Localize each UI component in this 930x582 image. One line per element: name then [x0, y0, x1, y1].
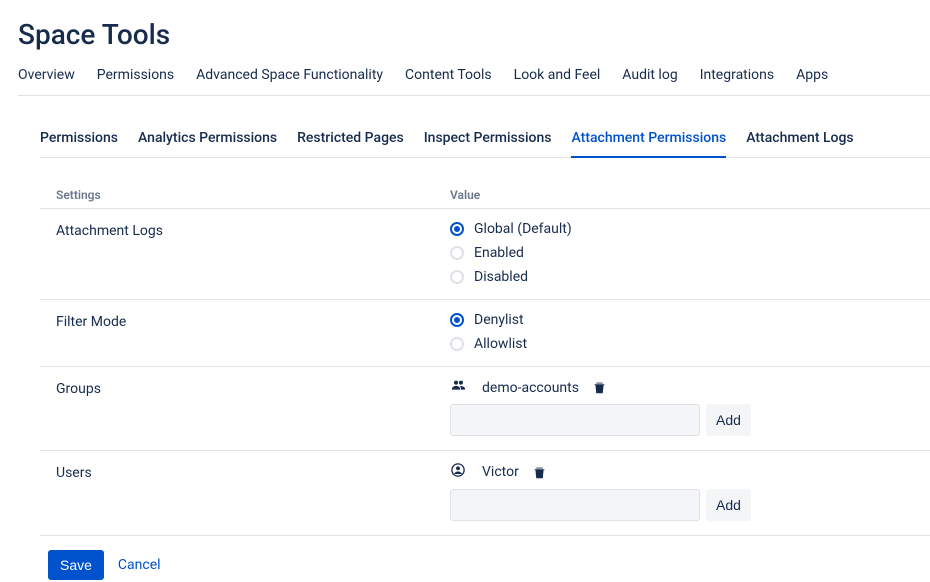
radio-label: Denylist	[474, 312, 524, 328]
tab-attachment-logs[interactable]: Attachment Logs	[746, 124, 853, 157]
tab-attachment-permissions[interactable]: Attachment Permissions	[571, 124, 726, 158]
nav-look-and-feel[interactable]: Look and Feel	[514, 67, 601, 95]
group-input[interactable]	[450, 404, 700, 436]
row-groups: Groups demo-accounts Add	[40, 367, 930, 451]
radio-global-default[interactable]: Global (Default)	[450, 221, 930, 237]
row-attachment-logs: Attachment Logs Global (Default) Enabled	[40, 209, 930, 300]
tab-analytics-permissions[interactable]: Analytics Permissions	[138, 124, 277, 157]
top-nav: Overview Permissions Advanced Space Func…	[18, 67, 930, 96]
row-label-users: Users	[40, 463, 450, 481]
tab-inspect-permissions[interactable]: Inspect Permissions	[424, 124, 552, 157]
header-settings: Settings	[40, 188, 450, 202]
save-button[interactable]: Save	[48, 550, 104, 580]
page-title: Space Tools	[18, 18, 930, 51]
user-icon	[450, 463, 466, 481]
group-name: demo-accounts	[476, 380, 579, 396]
nav-apps[interactable]: Apps	[796, 67, 828, 95]
add-user-button[interactable]: Add	[706, 489, 751, 521]
nav-integrations[interactable]: Integrations	[700, 67, 774, 95]
cancel-link[interactable]: Cancel	[118, 557, 161, 573]
nav-overview[interactable]: Overview	[18, 67, 75, 95]
nav-advanced-space-functionality[interactable]: Advanced Space Functionality	[196, 67, 383, 95]
nav-permissions[interactable]: Permissions	[97, 67, 174, 95]
row-label-filter-mode: Filter Mode	[40, 312, 450, 330]
sub-tabs: Permissions Analytics Permissions Restri…	[40, 124, 930, 158]
row-filter-mode: Filter Mode Denylist Allowlist	[40, 300, 930, 367]
radio-icon	[450, 270, 464, 284]
radio-disabled[interactable]: Disabled	[450, 269, 930, 285]
remove-user-icon[interactable]	[533, 466, 546, 479]
tab-restricted-pages[interactable]: Restricted Pages	[297, 124, 404, 157]
row-label-groups: Groups	[40, 379, 450, 397]
radio-icon	[450, 337, 464, 351]
user-input[interactable]	[450, 489, 700, 521]
remove-group-icon[interactable]	[593, 381, 606, 394]
tab-permissions[interactable]: Permissions	[40, 124, 118, 157]
add-group-button[interactable]: Add	[706, 404, 751, 436]
radio-label: Global (Default)	[474, 221, 572, 237]
row-users: Users Victor Add	[40, 451, 930, 536]
radio-label: Enabled	[474, 245, 524, 261]
radio-icon	[450, 313, 464, 327]
radio-label: Disabled	[474, 269, 528, 285]
radio-allowlist[interactable]: Allowlist	[450, 336, 930, 352]
radio-label: Allowlist	[474, 336, 527, 352]
group-icon	[450, 379, 466, 396]
row-label-attachment-logs: Attachment Logs	[40, 221, 450, 239]
header-value: Value	[450, 188, 930, 202]
radio-icon	[450, 222, 464, 236]
radio-denylist[interactable]: Denylist	[450, 312, 930, 328]
user-name: Victor	[476, 464, 519, 480]
nav-audit-log[interactable]: Audit log	[622, 67, 677, 95]
radio-icon	[450, 246, 464, 260]
nav-content-tools[interactable]: Content Tools	[405, 67, 492, 95]
radio-enabled[interactable]: Enabled	[450, 245, 930, 261]
